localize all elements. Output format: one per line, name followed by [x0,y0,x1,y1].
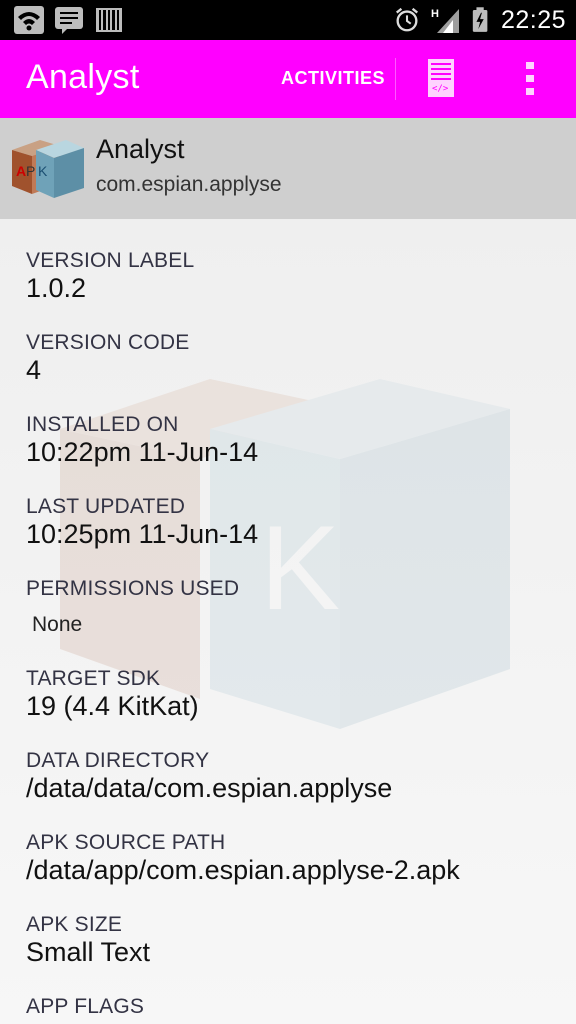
app-package: com.espian.applyse [96,173,282,196]
detail-label: APP FLAGS [26,995,145,1018]
activities-button[interactable]: ACTIVITIES [281,68,385,89]
svg-text:A: A [16,163,26,179]
detail-permissions-used: PERMISSIONS USED None [26,577,239,637]
detail-value: 19 (4.4 KitKat) [26,691,199,721]
detail-app-flags: APP FLAGS [26,995,144,1019]
detail-value: 1.0.2 [26,273,87,303]
manifest-doc-icon[interactable]: </> [427,58,455,98]
detail-value: None [32,613,83,636]
detail-label: VERSION LABEL [26,249,195,272]
detail-value: 4 [26,355,42,385]
svg-text:P: P [26,163,35,179]
message-icon [55,7,83,34]
detail-label: APK SOURCE PATH [26,831,226,854]
detail-value: /data/app/com.espian.applyse-2.apk [26,855,460,885]
barcode-icon [96,8,122,32]
alarm-icon [395,7,418,32]
detail-data-directory: DATA DIRECTORY /data/data/com.espian.app… [26,749,392,804]
svg-text:K: K [260,501,340,635]
svg-text:</>: </> [432,84,449,94]
signal-icon: H [431,8,459,33]
action-bar-divider [395,58,396,100]
detail-label: VERSION CODE [26,331,190,354]
action-bar-title: Analyst [26,58,140,96]
apk-cube-icon: A P K [12,140,84,198]
details-list[interactable]: K VERSION LABEL 1.0.2 VERSION CODE 4 INS… [0,219,576,1024]
detail-version-label: VERSION LABEL 1.0.2 [26,249,194,304]
detail-label: PERMISSIONS USED [26,577,240,600]
detail-version-code: VERSION CODE 4 [26,331,189,386]
app-name: Analyst [96,134,185,164]
detail-label: LAST UPDATED [26,495,186,518]
svg-text:H: H [431,8,439,20]
detail-label: INSTALLED ON [26,413,179,436]
detail-value: /data/data/com.espian.applyse [26,773,393,803]
status-time: 22:25 [500,6,566,34]
battery-icon [472,7,488,32]
detail-target-sdk: TARGET SDK 19 (4.4 KitKat) [26,667,199,722]
detail-apk-source-path: APK SOURCE PATH /data/app/com.espian.app… [26,831,460,886]
app-header: A P K Analyst com.espian.applyse [0,118,576,219]
detail-label: DATA DIRECTORY [26,749,210,772]
detail-apk-size: APK SIZE Small Text [26,913,150,968]
overflow-menu-icon[interactable] [524,62,536,96]
detail-label: APK SIZE [26,913,123,936]
detail-label: TARGET SDK [26,667,161,690]
svg-text:K: K [38,163,48,179]
wifi-icon [14,6,44,34]
detail-value: Small Text [26,937,151,967]
status-bar: H 22:25 [0,0,576,40]
detail-value: 10:25pm 11-Jun-14 [26,519,259,549]
action-bar: Analyst ACTIVITIES [0,40,576,118]
detail-installed-on: INSTALLED ON 10:22pm 11-Jun-14 [26,413,258,468]
detail-value: 10:22pm 11-Jun-14 [26,437,259,467]
detail-last-updated: LAST UPDATED 10:25pm 11-Jun-14 [26,495,258,550]
